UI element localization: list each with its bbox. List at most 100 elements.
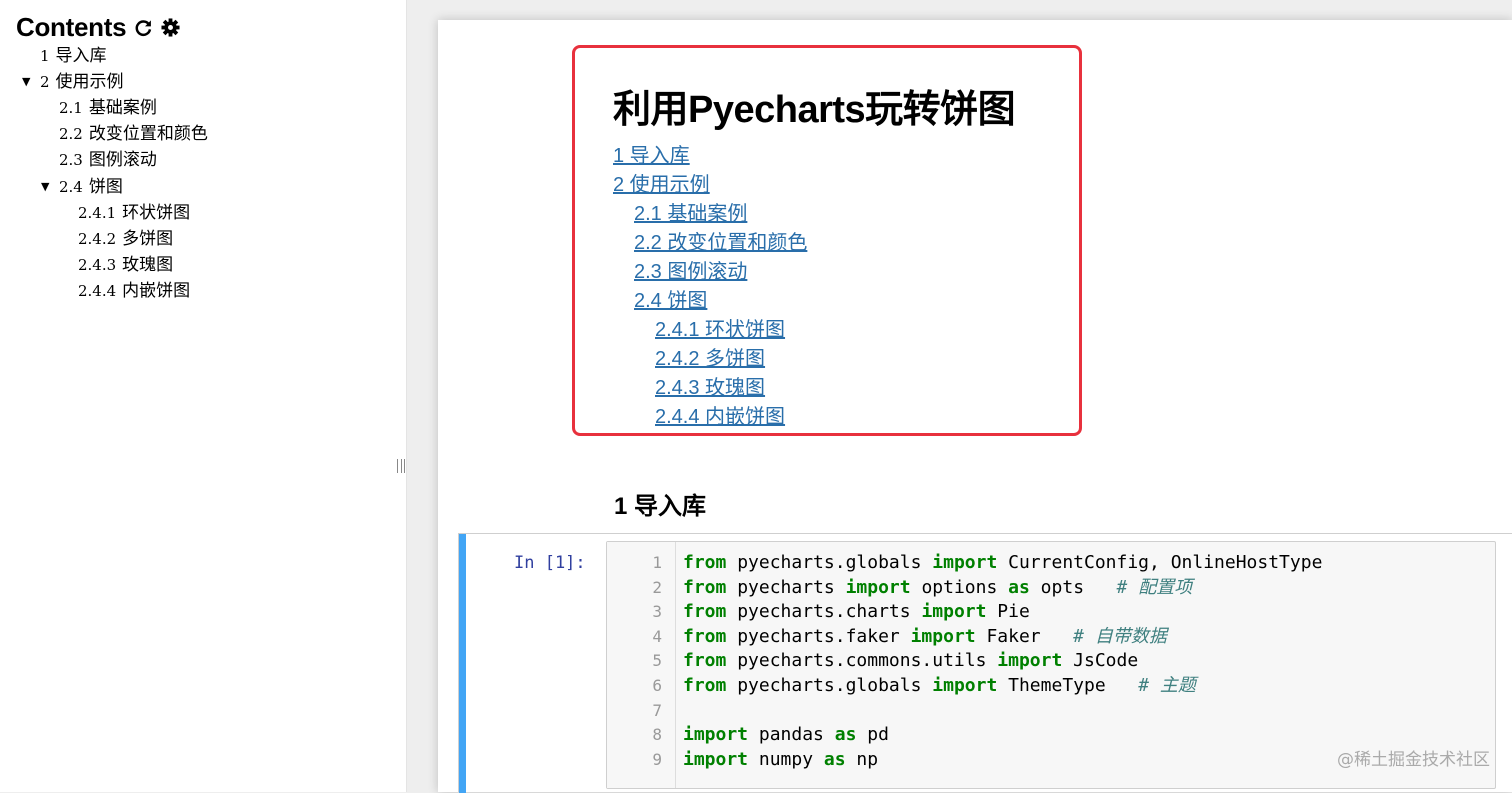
code-text: pyecharts.globals (726, 675, 933, 696)
toc-number: 2.1 (59, 99, 83, 117)
code-text: CurrentConfig, OnlineHostType (997, 552, 1323, 573)
toc-label: 导入库 (55, 46, 107, 66)
line-number-gutter: 1 2 3 4 5 6 7 8 9 (607, 542, 676, 788)
caret-down-icon[interactable]: ▼ (41, 174, 49, 200)
toc-label: 环状饼图 (122, 203, 191, 223)
code-keyword: import (997, 650, 1063, 672)
code-keyword: as (1008, 576, 1030, 598)
watermark: @稀土掘金技术社区 (1337, 750, 1490, 770)
code-text: pyecharts.commons.utils (726, 650, 998, 672)
code-line[interactable]: from pyecharts.globals import ThemeType … (683, 674, 1196, 699)
toc-label: 基础案例 (88, 98, 157, 118)
toc-label: 内嵌饼图 (122, 281, 191, 301)
sidebar-item-2-4-4[interactable]: 2.4.4 内嵌饼图 (78, 278, 190, 304)
code-text: pyecharts.faker (726, 625, 911, 647)
code-keyword: import (910, 625, 976, 647)
selected-cell-indicator (459, 534, 466, 793)
code-keyword: from (683, 576, 727, 598)
toc-link-2-4-2[interactable]: 2.4.2 多饼图 (655, 346, 765, 372)
code-line[interactable]: from pyecharts.globals import CurrentCon… (683, 551, 1322, 576)
toc-number: 2.4.3 (78, 256, 117, 274)
section-heading: 1 导入库 (614, 493, 707, 520)
code-keyword: as (834, 724, 857, 746)
line-number: 2 (652, 577, 662, 597)
line-number: 9 (652, 749, 662, 769)
sidebar-item-1[interactable]: 1 导入库 (40, 43, 107, 69)
toc-label: 使用示例 (55, 72, 124, 92)
sidebar-resize-handle[interactable] (397, 458, 405, 474)
cell-prompt: In [1]: (514, 553, 586, 573)
toc-sidebar: Contents 1 导入库 ▼ 2 使用示例 2.1 基础案例 2.2 改变位… (0, 0, 407, 792)
code-keyword: from (683, 601, 727, 623)
code-text: pyecharts.charts (726, 601, 922, 623)
code-text: numpy (748, 748, 824, 770)
toc-label: 玫瑰图 (122, 255, 174, 275)
gear-icon[interactable] (161, 17, 180, 37)
code-comment: # 配置项 (1116, 576, 1193, 598)
toc-number: 2.4.4 (78, 282, 117, 300)
code-line[interactable]: import pandas as pd (683, 723, 889, 748)
sidebar-item-2-3[interactable]: 2.3 图例滚动 (59, 147, 157, 173)
code-keyword: import (921, 601, 987, 623)
code-text: pandas (748, 724, 835, 746)
toc-link-2-4-3[interactable]: 2.4.3 玫瑰图 (655, 375, 765, 401)
code-text: Pie (986, 601, 1030, 623)
notebook-page: 利用Pyecharts玩转饼图 1 导入库 2 使用示例 2.1 基础案例 2.… (438, 20, 1512, 793)
code-comment: # 主题 (1138, 675, 1196, 696)
code-text: opts (1029, 576, 1117, 598)
code-text: JsCode (1062, 650, 1139, 672)
code-line[interactable]: from pyecharts.commons.utils import JsCo… (683, 649, 1138, 674)
toc-number: 2.4.2 (78, 230, 117, 248)
toc-link-2-3[interactable]: 2.3 图例滚动 (634, 259, 747, 285)
sidebar-item-2-4-2[interactable]: 2.4.2 多饼图 (78, 226, 173, 252)
code-keyword: from (683, 675, 727, 696)
code-keyword: import (932, 675, 998, 696)
sidebar-item-2-4-1[interactable]: 2.4.1 环状饼图 (78, 200, 190, 226)
code-text: np (845, 748, 879, 770)
toc-link-2-4-1[interactable]: 2.4.1 环状饼图 (655, 317, 785, 343)
page-title: 利用Pyecharts玩转饼图 (613, 89, 1016, 131)
line-number: 1 (652, 553, 662, 572)
code-line[interactable]: import numpy as np (683, 748, 878, 773)
sidebar-header: Contents (16, 10, 180, 44)
toc-link-2-4[interactable]: 2.4 饼图 (634, 288, 707, 314)
sidebar-item-2-1[interactable]: 2.1 基础案例 (59, 95, 157, 121)
sidebar-item-2-4[interactable]: 2.4 饼图 (59, 174, 123, 200)
code-text: pyecharts (726, 576, 846, 598)
sidebar-item-2-4-3[interactable]: 2.4.3 玫瑰图 (78, 252, 173, 278)
line-number: 3 (652, 602, 662, 622)
refresh-icon[interactable] (134, 18, 153, 37)
sidebar-title: Contents (16, 11, 127, 42)
toc-number: 2 (40, 73, 50, 91)
toc-link-2[interactable]: 2 使用示例 (613, 172, 710, 198)
toc-link-2-4-4[interactable]: 2.4.4 内嵌饼图 (655, 404, 785, 430)
code-keyword: as (823, 748, 846, 770)
line-number: 6 (652, 676, 662, 695)
toc-link-2-1[interactable]: 2.1 基础案例 (634, 201, 747, 227)
caret-down-icon[interactable]: ▼ (22, 69, 30, 95)
code-line[interactable]: from pyecharts import options as opts # … (683, 576, 1192, 601)
line-number: 8 (652, 725, 662, 745)
toc-number: 1 (40, 47, 50, 65)
highlighted-toc-cell[interactable]: 利用Pyecharts玩转饼图 1 导入库 2 使用示例 2.1 基础案例 2.… (572, 45, 1082, 436)
code-keyword: import (845, 576, 911, 598)
code-keyword: from (683, 625, 727, 647)
code-line[interactable]: from pyecharts.faker import Faker # 自带数据 (683, 625, 1167, 650)
code-text: options (910, 576, 1009, 598)
toc-label: 图例滚动 (88, 150, 157, 170)
toc-label: 改变位置和颜色 (88, 124, 208, 144)
sidebar-item-2[interactable]: 2 使用示例 (40, 69, 124, 95)
line-number: 5 (652, 651, 662, 671)
toc-number: 2.4 (59, 178, 83, 196)
toc-link-2-2[interactable]: 2.2 改变位置和颜色 (634, 230, 807, 256)
line-number: 4 (652, 626, 662, 646)
code-line[interactable]: from pyecharts.charts import Pie (683, 600, 1030, 625)
toc-number: 2.2 (59, 125, 83, 143)
code-keyword: from (683, 650, 727, 672)
code-comment: # 自带数据 (1073, 625, 1167, 647)
toc-link-1[interactable]: 1 导入库 (613, 143, 690, 169)
code-text: ThemeType (997, 675, 1139, 696)
toc-number: 2.3 (59, 151, 83, 169)
sidebar-item-2-2[interactable]: 2.2 改变位置和颜色 (59, 121, 208, 147)
code-keyword: import (683, 748, 749, 770)
